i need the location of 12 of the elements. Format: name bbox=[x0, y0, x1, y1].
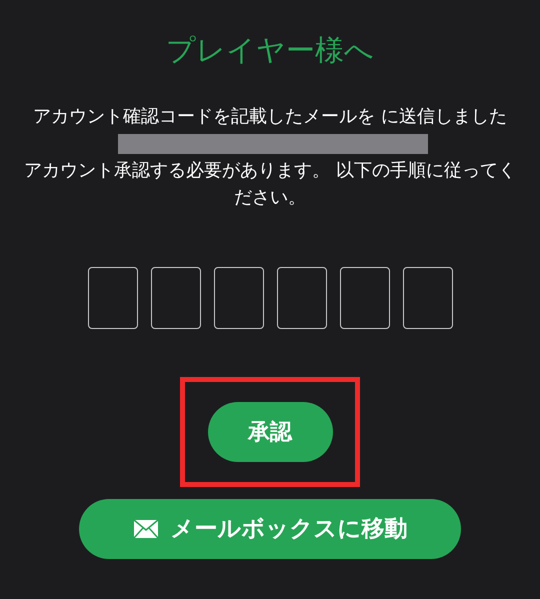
approve-button[interactable]: 承認 bbox=[208, 402, 332, 462]
code-digit-field[interactable] bbox=[340, 267, 390, 329]
code-digit-field[interactable] bbox=[276, 267, 326, 329]
code-digit-field[interactable] bbox=[88, 267, 138, 329]
instruction-text: アカウント承認する必要があります。 以下の手順に従ってください。 bbox=[23, 159, 517, 210]
code-digit-field[interactable] bbox=[402, 267, 452, 329]
code-digit-field[interactable] bbox=[214, 267, 264, 329]
code-digit-field[interactable] bbox=[150, 267, 200, 329]
title: プレイヤー様へ bbox=[166, 32, 374, 69]
mailbox-button[interactable]: メールボックスに移動 bbox=[79, 499, 461, 559]
envelope-icon bbox=[132, 519, 158, 539]
message-text: アカウント確認コードを記載したメールを に送信しました bbox=[10, 103, 530, 157]
